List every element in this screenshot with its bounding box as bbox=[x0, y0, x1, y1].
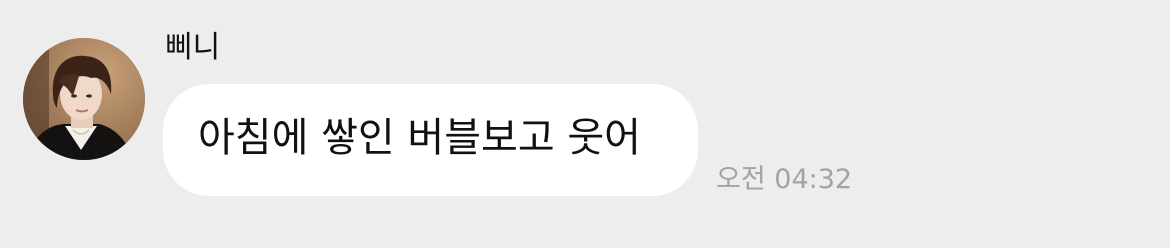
message-bubble[interactable]: 아침에 쌓인 버블보고 웃어 bbox=[163, 84, 698, 196]
avatar[interactable] bbox=[23, 38, 145, 160]
message-text: 아침에 쌓인 버블보고 웃어 bbox=[198, 115, 641, 161]
profile-photo-icon bbox=[23, 38, 145, 160]
message-timestamp: 오전 04:32 bbox=[716, 164, 853, 195]
sender-name[interactable]: 삐니 bbox=[165, 30, 220, 66]
